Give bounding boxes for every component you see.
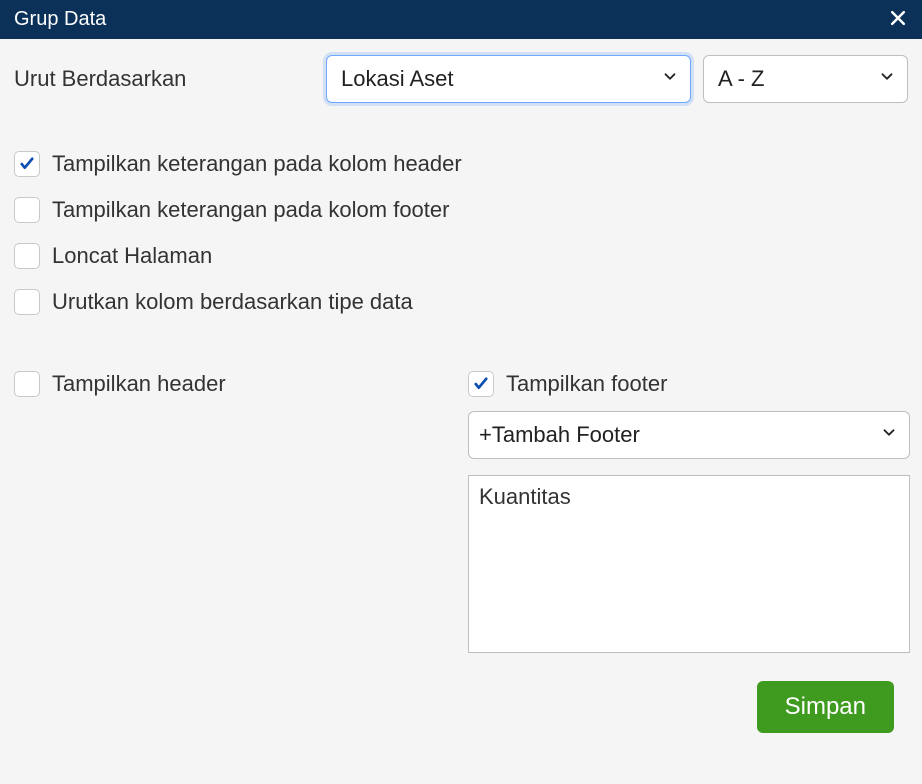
check-header-desc-label[interactable]: Tampilkan keterangan pada kolom header (52, 151, 462, 177)
check-page-break-row: Loncat Halaman (14, 243, 910, 269)
close-icon (888, 8, 908, 31)
sort-field-select-wrap: Lokasi Aset (326, 55, 691, 103)
sort-row: Urut Berdasarkan Lokasi Aset A - Z (14, 55, 910, 103)
check-page-break-label[interactable]: Loncat Halaman (52, 243, 212, 269)
save-button[interactable]: Simpan (757, 681, 894, 733)
check-show-footer-label[interactable]: Tampilkan footer (506, 371, 667, 397)
check-header-desc-row: Tampilkan keterangan pada kolom header (14, 151, 910, 177)
check-icon (472, 375, 490, 393)
check-sort-type-row: Urutkan kolom berdasarkan tipe data (14, 289, 910, 315)
list-item[interactable]: Kuantitas (479, 484, 899, 510)
sort-order-select-wrap: A - Z (703, 55, 908, 103)
dialog-title: Grup Data (14, 8, 106, 31)
add-footer-select[interactable]: +Tambah Footer (468, 411, 910, 459)
add-footer-select-wrap: +Tambah Footer (468, 411, 910, 459)
check-footer-desc-label[interactable]: Tampilkan keterangan pada kolom footer (52, 197, 449, 223)
check-show-footer[interactable] (468, 371, 494, 397)
check-show-header-label[interactable]: Tampilkan header (52, 371, 226, 397)
footer-column: Tampilkan footer +Tambah Footer Kuantita… (468, 371, 910, 653)
dialog-footer: Simpan (14, 675, 910, 749)
check-footer-desc[interactable] (14, 197, 40, 223)
check-sort-type[interactable] (14, 289, 40, 315)
check-sort-type-label[interactable]: Urutkan kolom berdasarkan tipe data (52, 289, 413, 315)
check-show-footer-row: Tampilkan footer (468, 371, 910, 397)
check-icon (18, 155, 36, 173)
check-header-desc[interactable] (14, 151, 40, 177)
header-column: Tampilkan header (14, 371, 456, 653)
titlebar: Grup Data (0, 0, 922, 39)
sort-field-select[interactable]: Lokasi Aset (326, 55, 691, 103)
sort-order-select[interactable]: A - Z (703, 55, 908, 103)
footer-items-list[interactable]: Kuantitas (468, 475, 910, 653)
dialog-body: Urut Berdasarkan Lokasi Aset A - Z Tampi… (0, 39, 922, 765)
check-show-header-row: Tampilkan header (14, 371, 456, 397)
sort-label: Urut Berdasarkan (14, 66, 314, 92)
close-button[interactable] (888, 8, 908, 31)
check-show-header[interactable] (14, 371, 40, 397)
header-footer-row: Tampilkan header Tampilkan footer +Tamba… (14, 371, 910, 653)
check-footer-desc-row: Tampilkan keterangan pada kolom footer (14, 197, 910, 223)
check-page-break[interactable] (14, 243, 40, 269)
